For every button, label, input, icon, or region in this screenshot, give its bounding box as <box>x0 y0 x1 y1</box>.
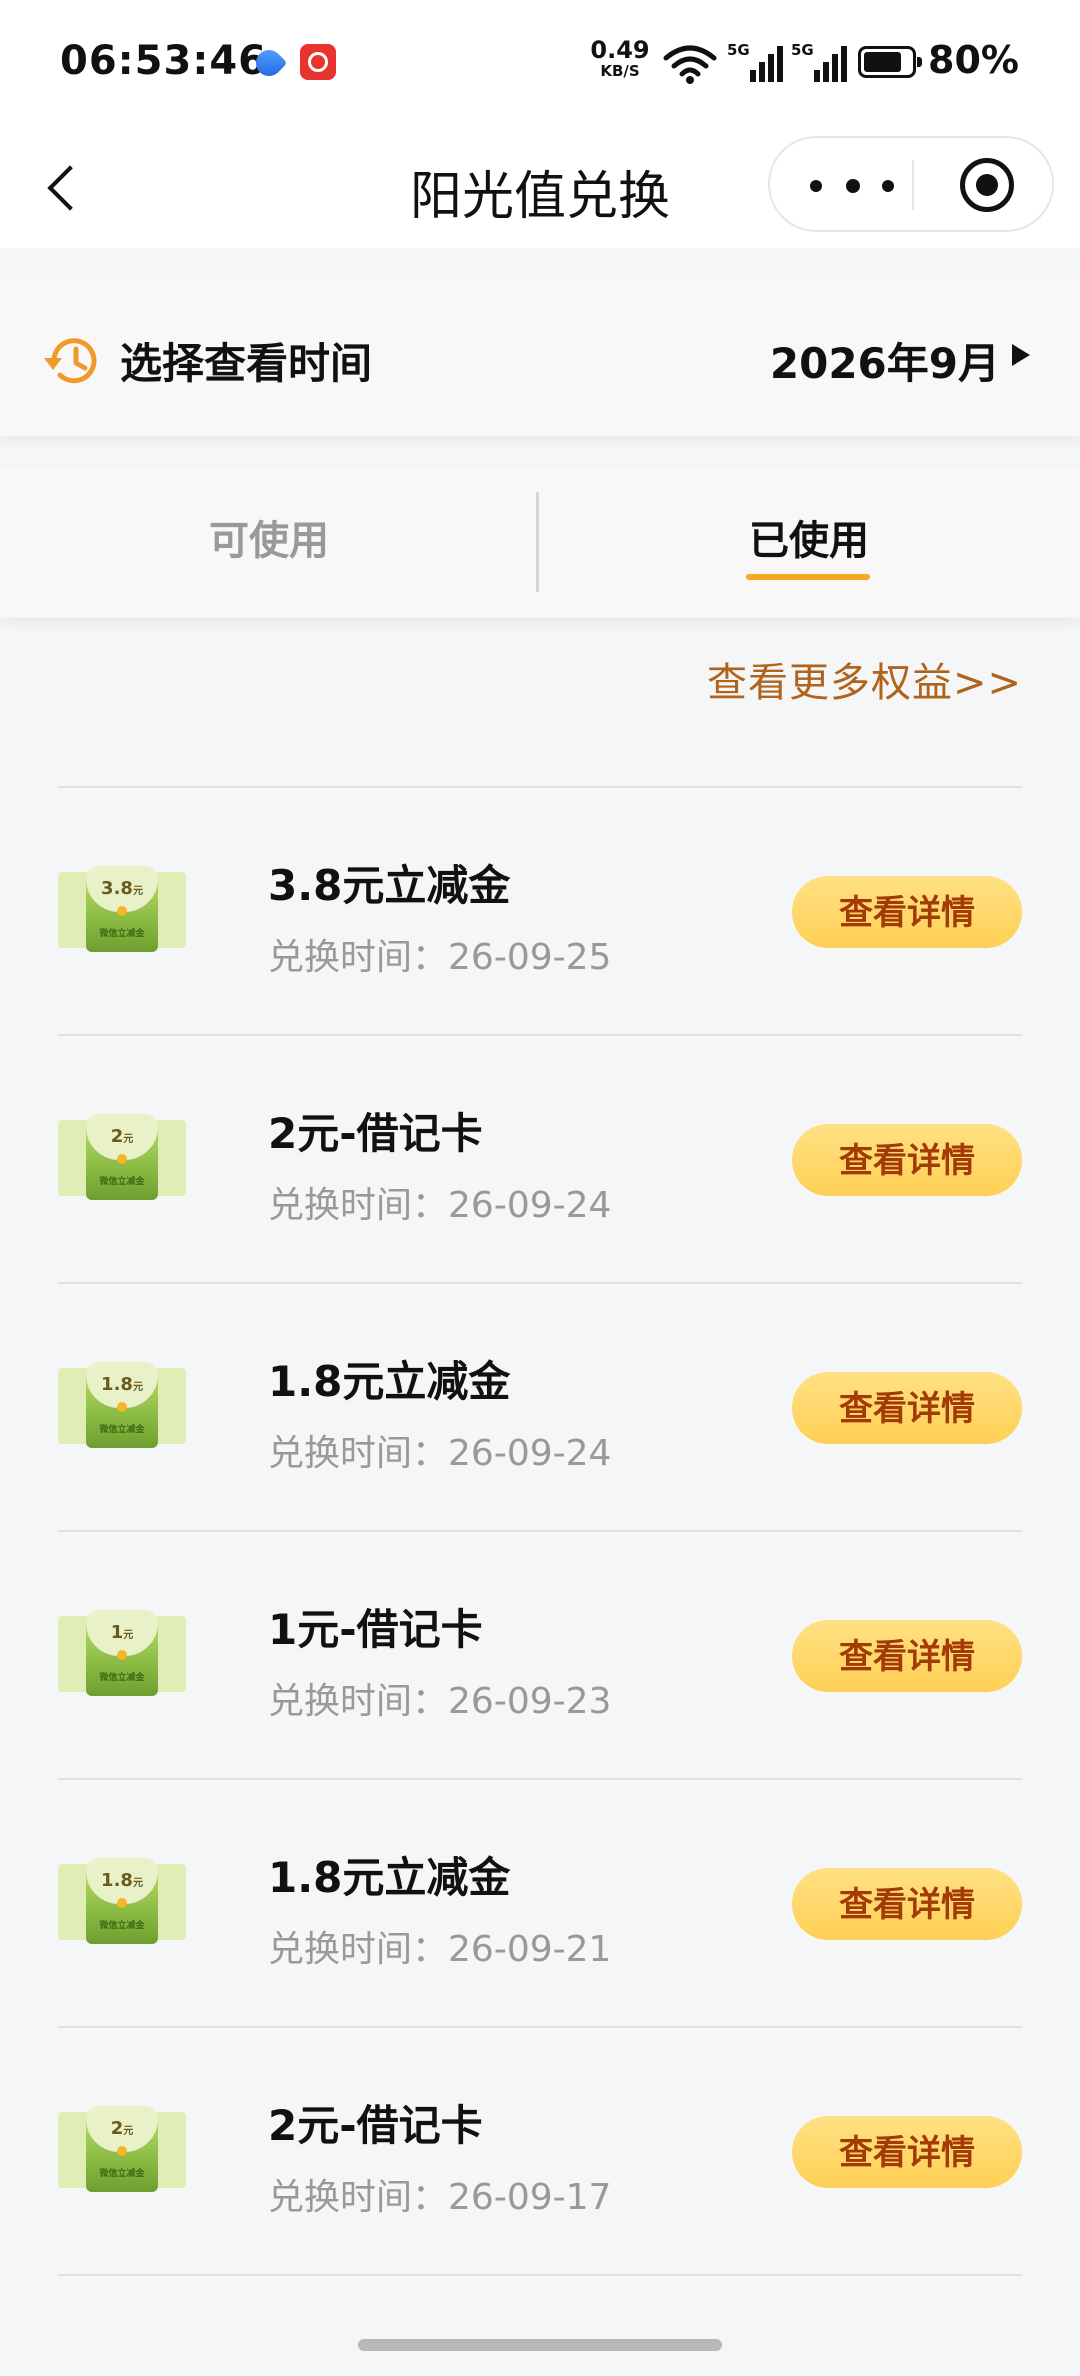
date-prefix: 兑换时间： <box>268 1681 449 1722</box>
thumbnail-value: 3.8元 <box>101 878 143 899</box>
thumbnail-tag: 微信立减金 <box>99 2169 145 2179</box>
item-date: 兑换时间：26-09-24 <box>268 1424 611 1476</box>
item-title: 1元-借记卡 <box>268 1605 483 1654</box>
item-date: 兑换时间：26-09-24 <box>268 1176 611 1228</box>
more-dots-icon[interactable] <box>810 152 896 216</box>
thumbnail-value: 2元 <box>110 1126 134 1147</box>
network-speed-value: 0.49 <box>590 36 650 64</box>
target-icon[interactable] <box>960 158 1014 212</box>
view-details-button[interactable]: 查看详情 <box>792 1868 1022 1940</box>
date-value: 26-09-17 <box>448 2177 612 2218</box>
item-date: 兑换时间：26-09-23 <box>268 1672 611 1724</box>
list-item: 2元微信立减金 2元-借记卡兑换时间：26-09-24 查看详情 <box>58 1034 1022 1282</box>
date-prefix: 兑换时间： <box>268 937 449 978</box>
network-speed-unit: KB/S <box>600 62 640 80</box>
red-packet-icon: 3.8元微信立减金 <box>86 866 158 952</box>
thumbnail-tag: 微信立减金 <box>99 929 145 939</box>
thumbnail-tag: 微信立减金 <box>99 1673 145 1683</box>
date-value: 26-09-25 <box>448 937 612 978</box>
time-selector-label: 选择查看时间 <box>120 339 373 388</box>
time-selector[interactable]: 选择查看时间 2026年9月 <box>0 278 1080 436</box>
signal-5g-icon: 5G <box>727 41 783 82</box>
tab-used[interactable]: 已使用 <box>540 466 1078 618</box>
status-time: 06:53:46 <box>60 38 267 84</box>
list-item: 1.8元微信立减金 1.8元立减金兑换时间：26-09-24 查看详情 <box>58 1282 1022 1530</box>
thumbnail-tag: 微信立减金 <box>99 1425 145 1435</box>
date-value: 26-09-24 <box>448 1433 612 1474</box>
coupon-thumbnail: 2元微信立减金 <box>58 2106 186 2192</box>
red-packet-icon: 2元微信立减金 <box>86 1114 158 1200</box>
item-date: 兑换时间：26-09-25 <box>268 928 611 980</box>
tab-bar: 可使用 已使用 <box>0 466 1080 618</box>
list-item: 1.8元微信立减金 1.8元立减金兑换时间：26-09-21 查看详情 <box>58 1778 1022 2026</box>
battery-icon <box>858 46 922 78</box>
coupon-thumbnail: 1.8元微信立减金 <box>58 1362 186 1448</box>
triangle-right-icon[interactable] <box>1012 344 1030 366</box>
status-bar: 06:53:46 0.49 KB/S 5G 5G 80% <box>0 0 1080 126</box>
red-packet-icon: 1元微信立减金 <box>86 1610 158 1696</box>
coupon-thumbnail: 2元微信立减金 <box>58 1114 186 1200</box>
date-value: 26-09-23 <box>448 1681 612 1722</box>
tab-available[interactable]: 可使用 <box>0 466 538 618</box>
coupon-thumbnail: 1.8元微信立减金 <box>58 1858 186 1944</box>
view-details-button[interactable]: 查看详情 <box>792 1372 1022 1444</box>
more-benefits-link[interactable]: 查看更多权益>> <box>707 650 1022 708</box>
list-item: 2元微信立减金 2元-借记卡兑换时间：26-09-17 查看详情 <box>58 2026 1022 2276</box>
list-item: 1元微信立减金 1元-借记卡兑换时间：26-09-23 查看详情 <box>58 1530 1022 1778</box>
battery-level <box>864 52 901 72</box>
home-indicator[interactable] <box>358 2339 722 2351</box>
tab-divider <box>536 492 539 592</box>
signal-5g-icon: 5G <box>791 41 847 82</box>
wifi-icon <box>663 45 717 84</box>
item-date: 兑换时间：26-09-17 <box>268 2168 611 2220</box>
app-notification-icon <box>300 44 336 80</box>
thumbnail-value: 1.8元 <box>101 1374 143 1395</box>
signal-5g-label: 5G <box>727 41 750 59</box>
date-prefix: 兑换时间： <box>268 1929 449 1970</box>
view-details-button[interactable]: 查看详情 <box>792 876 1022 948</box>
thumbnail-value: 1.8元 <box>101 1870 143 1891</box>
date-value: 26-09-24 <box>448 1185 612 1226</box>
item-date: 兑换时间：26-09-21 <box>268 1920 611 1972</box>
date-prefix: 兑换时间： <box>268 1433 449 1474</box>
date-value: 26-09-21 <box>448 1929 612 1970</box>
thumbnail-tag: 微信立减金 <box>99 1921 145 1931</box>
thumbnail-tag: 微信立减金 <box>99 1177 145 1187</box>
date-prefix: 兑换时间： <box>268 1185 449 1226</box>
thumbnail-value: 1元 <box>110 1622 134 1643</box>
miniprogram-capsule <box>768 136 1054 232</box>
history-clock-icon <box>44 338 97 384</box>
time-selector-value[interactable]: 2026年9月 <box>770 330 1000 391</box>
red-packet-icon: 1.8元微信立减金 <box>86 1858 158 1944</box>
item-title: 1.8元立减金 <box>268 1357 511 1406</box>
nav-bar: 阳光值兑换 <box>0 126 1080 248</box>
active-tab-indicator <box>746 574 870 580</box>
signal-5g-label: 5G <box>791 41 814 59</box>
date-prefix: 兑换时间： <box>268 2177 449 2218</box>
network-speed: 0.49 KB/S <box>590 38 650 79</box>
list-item: 3.8元微信立减金 3.8元立减金兑换时间：26-09-25 查看详情 <box>58 786 1022 1034</box>
item-title: 2元-借记卡 <box>268 1109 483 1158</box>
coupon-thumbnail: 1元微信立减金 <box>58 1610 186 1696</box>
view-details-button[interactable]: 查看详情 <box>792 2116 1022 2188</box>
battery-percent: 80% <box>928 38 1019 82</box>
view-details-button[interactable]: 查看详情 <box>792 1620 1022 1692</box>
thumbnail-value: 2元 <box>110 2118 134 2139</box>
coupon-thumbnail: 3.8元微信立减金 <box>58 866 186 952</box>
view-details-button[interactable]: 查看详情 <box>792 1124 1022 1196</box>
item-title: 3.8元立减金 <box>268 861 511 910</box>
item-title: 1.8元立减金 <box>268 1853 511 1902</box>
red-packet-icon: 1.8元微信立减金 <box>86 1362 158 1448</box>
red-packet-icon: 2元微信立减金 <box>86 2106 158 2192</box>
item-title: 2元-借记卡 <box>268 2101 483 2150</box>
capsule-divider <box>912 160 914 210</box>
redemption-list: 3.8元 微信立减金 3.8元立减金 兑换时间：26-09-25 查看详情 2元 微信立减金… <box>58 786 1022 2276</box>
